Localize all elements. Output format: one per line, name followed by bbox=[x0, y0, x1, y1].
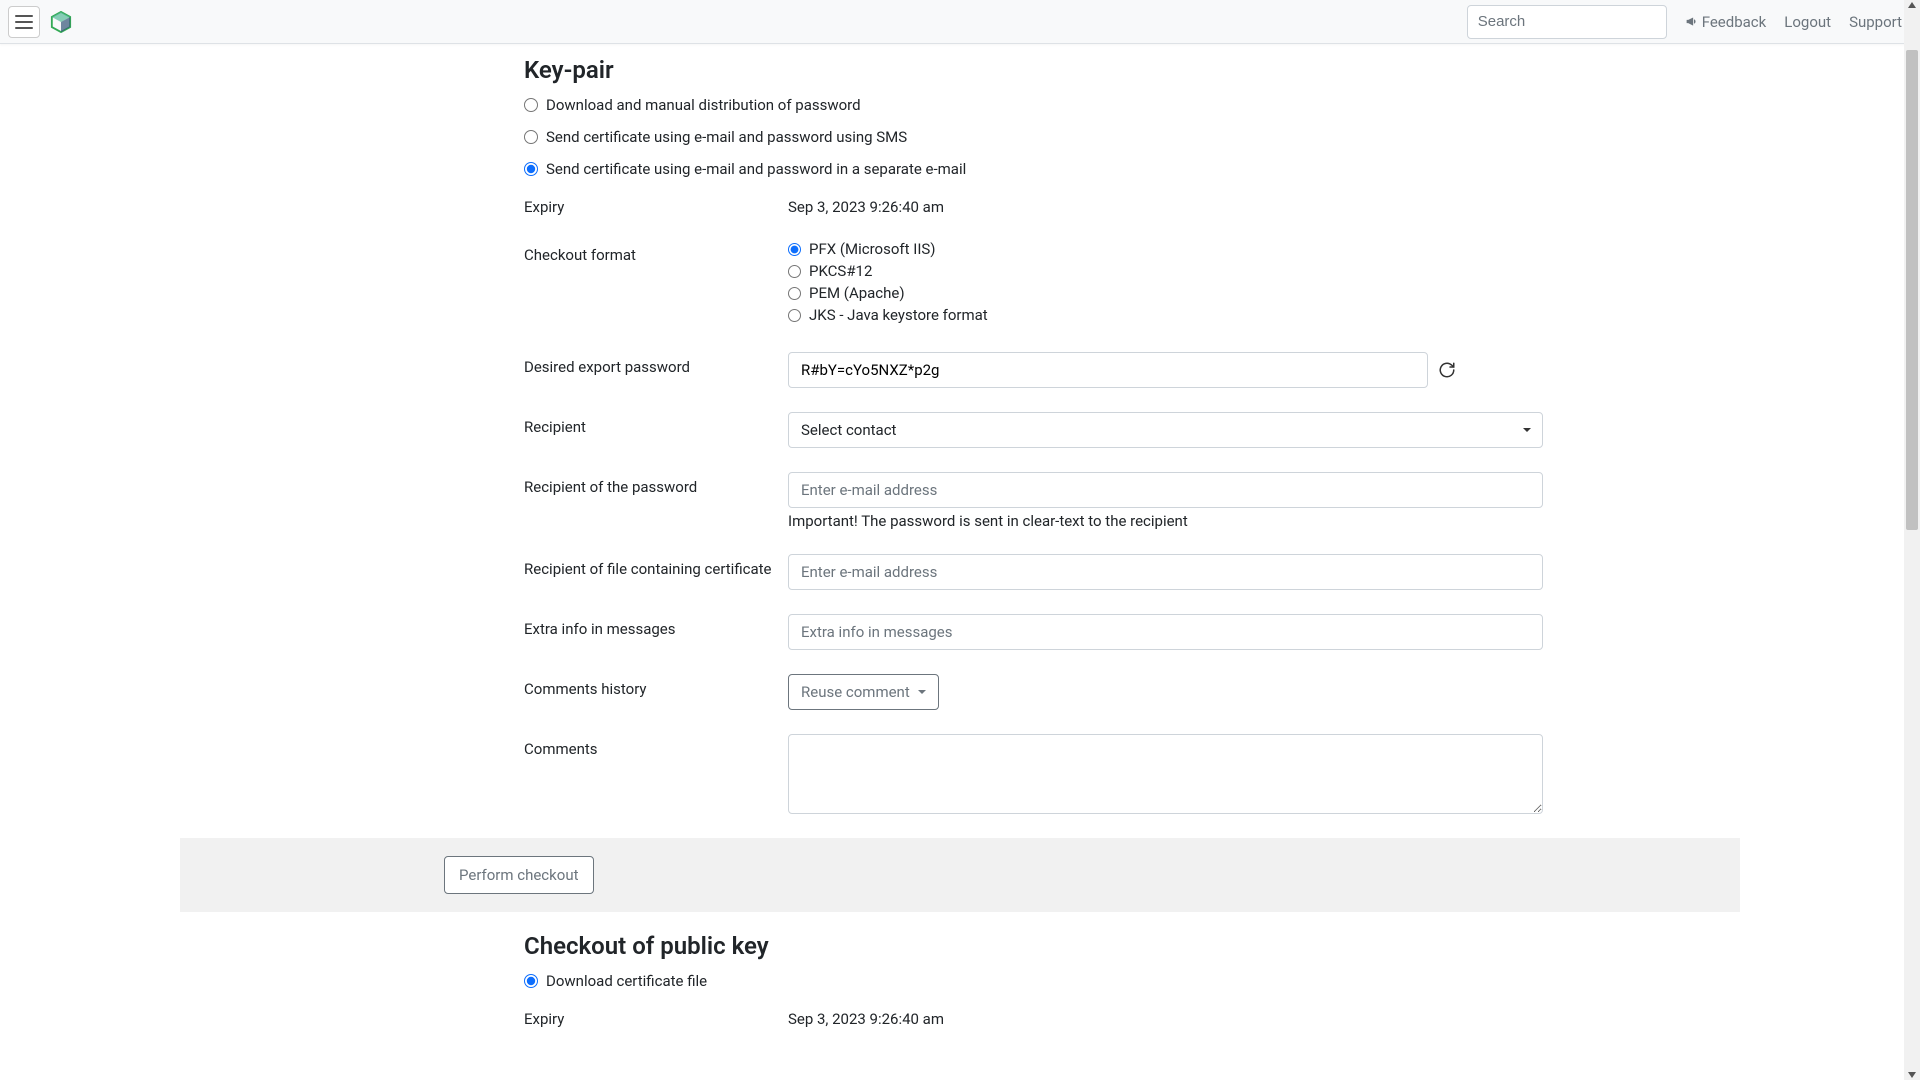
format-option-0: PFX (Microsoft IIS) bbox=[788, 240, 1720, 258]
recipient-label: Recipient bbox=[524, 412, 788, 436]
scroll-down-arrow-icon[interactable] bbox=[1908, 1072, 1916, 1078]
distribution-label-2[interactable]: Send certificate using e-mail and passwo… bbox=[546, 160, 966, 178]
search-input[interactable] bbox=[1467, 5, 1667, 39]
reuse-comment-label: Reuse comment bbox=[801, 683, 910, 701]
publickey-section-title: Checkout of public key bbox=[524, 932, 1720, 960]
distribution-option-0: Download and manual distribution of pass… bbox=[524, 96, 1720, 114]
download-cert-option: Download certificate file bbox=[524, 972, 1720, 990]
expiry-value: Sep 3, 2023 9:26:40 am bbox=[788, 192, 1720, 216]
feedback-label: Feedback bbox=[1702, 13, 1767, 31]
comments-row: Comments bbox=[524, 734, 1720, 814]
format-radio-0[interactable] bbox=[788, 243, 801, 256]
logout-label: Logout bbox=[1784, 13, 1831, 31]
format-radio-3[interactable] bbox=[788, 309, 801, 322]
format-label-1[interactable]: PKCS#12 bbox=[809, 262, 872, 280]
navbar: Feedback Logout Support bbox=[0, 0, 1920, 44]
perform-checkout-button[interactable]: Perform checkout bbox=[444, 856, 594, 894]
distribution-label-0[interactable]: Download and manual distribution of pass… bbox=[546, 96, 861, 114]
format-radio-2[interactable] bbox=[788, 287, 801, 300]
distribution-radio-1[interactable] bbox=[524, 130, 538, 144]
cert-recipient-input[interactable] bbox=[788, 554, 1543, 590]
download-cert-label[interactable]: Download certificate file bbox=[546, 972, 707, 990]
comments-history-label: Comments history bbox=[524, 674, 788, 698]
format-label-3[interactable]: JKS - Java keystore format bbox=[809, 306, 988, 324]
publickey-expiry-value: Sep 3, 2023 9:26:40 am bbox=[788, 1004, 1720, 1028]
recipient-select[interactable]: Select contact bbox=[788, 412, 1543, 448]
distribution-option-1: Send certificate using e-mail and passwo… bbox=[524, 128, 1720, 146]
comments-history-row: Comments history Reuse comment bbox=[524, 674, 1720, 710]
format-radio-1[interactable] bbox=[788, 265, 801, 278]
format-option-1: PKCS#12 bbox=[788, 262, 1720, 280]
hamburger-menu-button[interactable] bbox=[8, 6, 40, 38]
publickey-expiry-row: Expiry Sep 3, 2023 9:26:40 am bbox=[524, 1004, 1720, 1028]
chevron-down-icon bbox=[918, 690, 926, 694]
distribution-radio-2[interactable] bbox=[524, 162, 538, 176]
expiry-row: Expiry Sep 3, 2023 9:26:40 am bbox=[524, 192, 1720, 216]
regenerate-password-icon[interactable] bbox=[1438, 361, 1456, 379]
password-recipient-label: Recipient of the password bbox=[524, 472, 788, 496]
format-label-2[interactable]: PEM (Apache) bbox=[809, 284, 905, 302]
format-option-2: PEM (Apache) bbox=[788, 284, 1720, 302]
support-label: Support bbox=[1849, 13, 1902, 31]
password-row: Desired export password bbox=[524, 352, 1720, 388]
password-recipient-input[interactable] bbox=[788, 472, 1543, 508]
format-label-0[interactable]: PFX (Microsoft IIS) bbox=[809, 240, 936, 258]
comments-label: Comments bbox=[524, 734, 788, 758]
publickey-expiry-label: Expiry bbox=[524, 1004, 788, 1028]
logout-link[interactable]: Logout bbox=[1784, 13, 1831, 31]
recipient-row: Recipient Select contact bbox=[524, 412, 1720, 448]
comments-textarea[interactable] bbox=[788, 734, 1543, 814]
cert-recipient-label: Recipient of file containing certificate bbox=[524, 554, 788, 578]
checkout-format-row: Checkout format PFX (Microsoft IIS) PKCS… bbox=[524, 240, 1720, 328]
feedback-link[interactable]: Feedback bbox=[1685, 13, 1767, 31]
format-option-3: JKS - Java keystore format bbox=[788, 306, 1720, 324]
cert-recipient-row: Recipient of file containing certificate bbox=[524, 554, 1720, 590]
app-logo[interactable] bbox=[50, 11, 72, 33]
distribution-label-1[interactable]: Send certificate using e-mail and passwo… bbox=[546, 128, 907, 146]
distribution-radio-0[interactable] bbox=[524, 98, 538, 112]
password-label: Desired export password bbox=[524, 352, 788, 376]
distribution-option-2: Send certificate using e-mail and passwo… bbox=[524, 160, 1720, 178]
scroll-up-arrow-icon[interactable] bbox=[1908, 2, 1916, 8]
password-clear-text-note: Important! The password is sent in clear… bbox=[788, 512, 1720, 530]
extra-info-input[interactable] bbox=[788, 614, 1543, 650]
password-recipient-row: Recipient of the password Important! The… bbox=[524, 472, 1720, 530]
download-cert-radio[interactable] bbox=[524, 974, 538, 988]
checkout-format-label: Checkout format bbox=[524, 240, 788, 264]
export-password-input[interactable] bbox=[788, 352, 1428, 388]
scrollbar[interactable] bbox=[1904, 0, 1920, 1080]
extra-info-label: Extra info in messages bbox=[524, 614, 788, 638]
support-link[interactable]: Support bbox=[1849, 13, 1902, 31]
reuse-comment-dropdown[interactable]: Reuse comment bbox=[788, 674, 939, 710]
keypair-section-title: Key-pair bbox=[524, 56, 1720, 84]
expiry-label: Expiry bbox=[524, 192, 788, 216]
scrollbar-thumb[interactable] bbox=[1906, 50, 1918, 530]
megaphone-icon bbox=[1685, 15, 1698, 28]
extra-info-row: Extra info in messages bbox=[524, 614, 1720, 650]
action-bar: Perform checkout bbox=[180, 838, 1740, 912]
navbar-right: Feedback Logout Support bbox=[1467, 5, 1912, 39]
main-content: Key-pair Download and manual distributio… bbox=[180, 56, 1740, 1092]
